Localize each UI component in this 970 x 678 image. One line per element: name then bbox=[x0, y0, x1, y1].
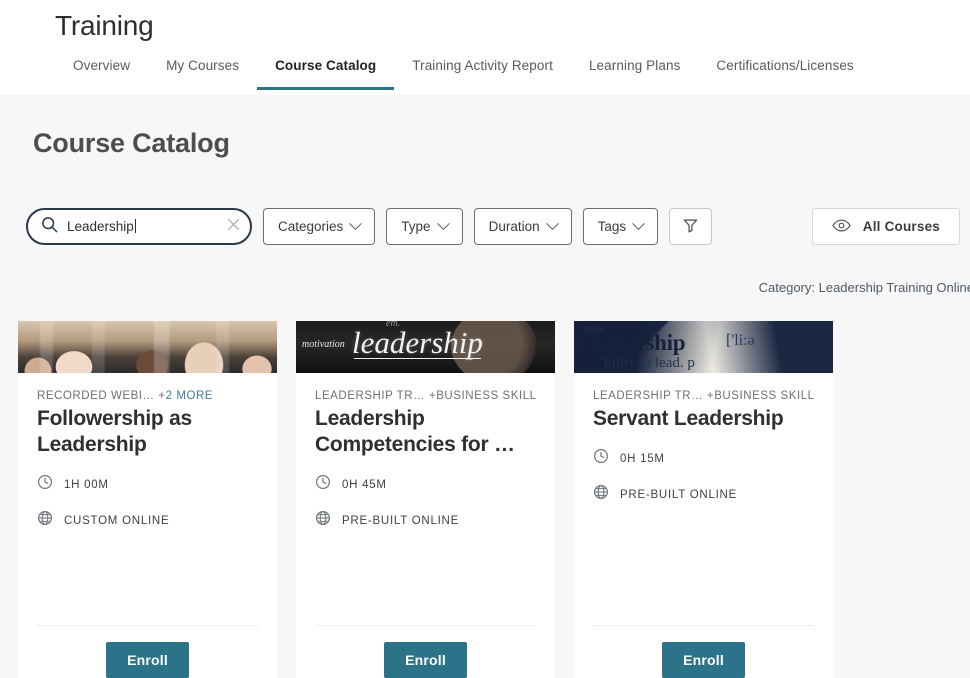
filter-categories-label: Categories bbox=[278, 219, 344, 234]
course-thumbnail bbox=[18, 321, 277, 373]
course-delivery-row: PRE-BUILT ONLINE bbox=[315, 510, 536, 531]
chevron-down-icon bbox=[349, 217, 363, 231]
course-thumbnail-image: em. motivation leadership bbox=[296, 321, 555, 373]
filter-type-label: Type bbox=[401, 219, 431, 234]
chevron-down-icon bbox=[436, 217, 450, 231]
course-delivery-row: PRE-BUILT ONLINE bbox=[593, 484, 814, 505]
clock-icon bbox=[315, 474, 331, 495]
course-duration-row: 0H 15M bbox=[593, 448, 814, 469]
course-card-body: LEADERSHIP TR… +BUSINESS SKILL Leadership… bbox=[296, 373, 555, 625]
course-title[interactable]: Leadership Competencies for … bbox=[315, 406, 536, 458]
course-delivery: PRE-BUILT ONLINE bbox=[342, 514, 460, 527]
globe-icon bbox=[37, 510, 53, 531]
course-thumbnail-image: poin ['li:ə bility to lead. p Leadership bbox=[574, 321, 833, 373]
tab-my-courses[interactable]: My Courses bbox=[148, 57, 257, 90]
filter-tags-label: Tags bbox=[597, 219, 627, 234]
course-card-body: RECORDED WEBI… +2 MORE Followership as Le… bbox=[18, 373, 277, 625]
enroll-button[interactable]: Enroll bbox=[106, 642, 189, 678]
tab-overview[interactable]: Overview bbox=[55, 57, 148, 90]
globe-icon bbox=[593, 484, 609, 505]
course-category-more[interactable]: 2 MORE bbox=[166, 390, 213, 402]
all-courses-button[interactable]: All Courses bbox=[811, 208, 960, 245]
thumbnail-text-2: Leadership bbox=[577, 330, 686, 355]
course-card-grid: RECORDED WEBI… +2 MORE Followership as Le… bbox=[18, 321, 970, 678]
tab-certifications-licenses[interactable]: Certifications/Licenses bbox=[698, 57, 871, 90]
search-input[interactable]: Leadership bbox=[26, 208, 252, 245]
filter-duration-label: Duration bbox=[488, 219, 540, 234]
course-card-body: LEADERSHIP TR… +BUSINESS SKILL Servant Le… bbox=[574, 373, 833, 625]
search-value: Leadership bbox=[67, 219, 227, 234]
search-text: Leadership bbox=[67, 219, 134, 234]
search-icon bbox=[41, 216, 58, 238]
main-content: Course Catalog Leadership Categories Type… bbox=[0, 95, 970, 678]
course-duration-row: 1H 00M bbox=[37, 474, 258, 495]
course-duration: 0H 45M bbox=[342, 478, 387, 491]
course-category-more: BUSINESS SKILL bbox=[714, 390, 814, 402]
course-category-line: LEADERSHIP TR… +BUSINESS SKILL bbox=[315, 390, 536, 402]
course-card[interactable]: poin ['li:ə bility to lead. p Leadership LEA… bbox=[574, 321, 833, 678]
funnel-icon bbox=[683, 218, 698, 236]
chevron-down-icon bbox=[632, 217, 646, 231]
app-title: Training bbox=[55, 10, 154, 41]
course-card-footer: Enroll bbox=[315, 625, 536, 678]
course-duration: 1H 00M bbox=[64, 478, 109, 491]
close-icon[interactable] bbox=[227, 218, 240, 236]
course-duration: 0H 15M bbox=[620, 452, 665, 465]
course-category: RECORDED WEBI… bbox=[37, 390, 155, 402]
thumbnail-text-left: motivation bbox=[302, 339, 345, 350]
course-category-more: BUSINESS SKILL bbox=[436, 390, 536, 402]
course-title[interactable]: Servant Leadership bbox=[593, 406, 814, 432]
clock-icon bbox=[593, 448, 609, 469]
globe-icon bbox=[315, 510, 331, 531]
course-duration-row: 0H 45M bbox=[315, 474, 536, 495]
filter-duration-dropdown[interactable]: Duration bbox=[473, 208, 572, 245]
course-delivery-row: CUSTOM ONLINE bbox=[37, 510, 258, 531]
course-delivery: CUSTOM ONLINE bbox=[64, 514, 170, 527]
course-title[interactable]: Followership as Leadership bbox=[37, 406, 258, 458]
course-card-footer: Enroll bbox=[37, 625, 258, 678]
filter-toolbar: Leadership Categories Type Duration Tags bbox=[26, 208, 960, 245]
course-delivery: PRE-BUILT ONLINE bbox=[620, 488, 738, 501]
thumbnail-text-3: ['li:ə bbox=[726, 332, 755, 349]
course-thumbnail: em. motivation leadership bbox=[296, 321, 555, 373]
main-tabs: Overview My Courses Course Catalog Training… bbox=[55, 57, 872, 90]
course-category-line: LEADERSHIP TR… +BUSINESS SKILL bbox=[593, 390, 814, 402]
course-card[interactable]: RECORDED WEBI… +2 MORE Followership as Le… bbox=[18, 321, 277, 678]
course-category: LEADERSHIP TR… bbox=[315, 390, 426, 402]
course-category-line: RECORDED WEBI… +2 MORE bbox=[37, 390, 258, 402]
enroll-button[interactable]: Enroll bbox=[662, 642, 745, 678]
app-header: Training Overview My Courses Course Catalo… bbox=[0, 0, 970, 95]
filter-tags-dropdown[interactable]: Tags bbox=[582, 208, 659, 245]
filter-categories-dropdown[interactable]: Categories bbox=[263, 208, 376, 245]
tab-training-activity-report[interactable]: Training Activity Report bbox=[394, 57, 571, 90]
enroll-button[interactable]: Enroll bbox=[384, 642, 467, 678]
filter-type-dropdown[interactable]: Type bbox=[386, 208, 463, 245]
thumbnail-text-4: bility to lead. p bbox=[604, 355, 695, 371]
category-filter-note: Category: Leadership Training Online bbox=[758, 280, 970, 295]
text-caret bbox=[134, 219, 136, 233]
course-card-footer: Enroll bbox=[593, 625, 814, 678]
course-thumbnail-image bbox=[18, 321, 277, 373]
eye-icon bbox=[832, 219, 851, 235]
thumbnail-text-main: leadership bbox=[352, 325, 483, 360]
course-thumbnail: poin ['li:ə bility to lead. p Leadership bbox=[574, 321, 833, 373]
course-category: LEADERSHIP TR… bbox=[593, 390, 704, 402]
page-title: Course Catalog bbox=[33, 128, 230, 158]
chevron-down-icon bbox=[545, 217, 559, 231]
course-card[interactable]: em. motivation leadership LEADERSHIP TR… +B… bbox=[296, 321, 555, 678]
course-category-plus: + bbox=[158, 390, 166, 402]
advanced-filter-button[interactable] bbox=[669, 208, 713, 245]
tab-learning-plans[interactable]: Learning Plans bbox=[571, 57, 698, 90]
all-courses-label: All Courses bbox=[862, 219, 940, 234]
clock-icon bbox=[37, 474, 53, 495]
tab-course-catalog[interactable]: Course Catalog bbox=[257, 57, 395, 90]
